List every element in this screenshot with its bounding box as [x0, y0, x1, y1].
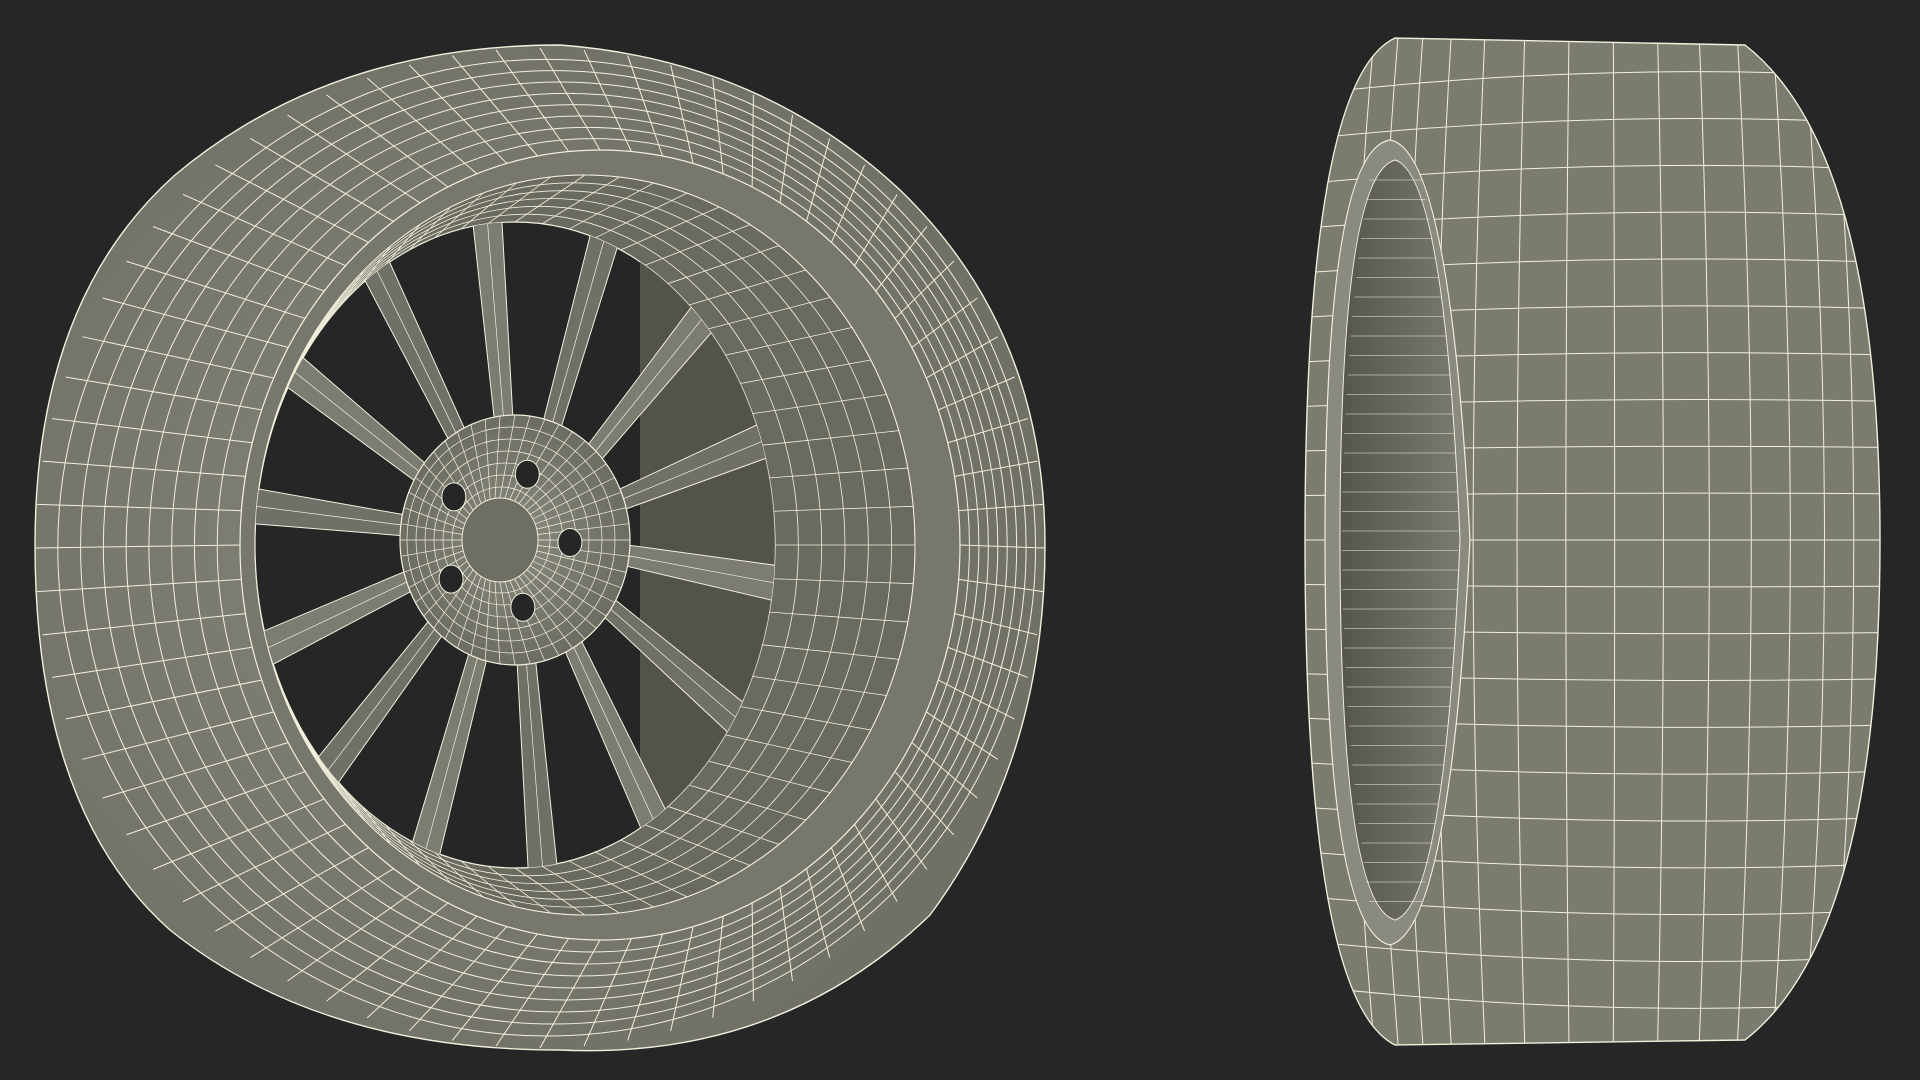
wheel-model[interactable] — [34, 44, 1046, 1052]
lug-hole — [557, 528, 583, 558]
render-canvas — [34, 20, 1890, 1060]
lug-hole — [438, 564, 464, 594]
3d-viewport[interactable] — [0, 0, 1920, 1080]
lug-hole — [514, 459, 540, 489]
lug-hole — [510, 592, 536, 622]
tire-side-model[interactable] — [1300, 20, 1890, 1060]
lug-hole — [441, 482, 467, 512]
center-cap — [461, 497, 539, 583]
